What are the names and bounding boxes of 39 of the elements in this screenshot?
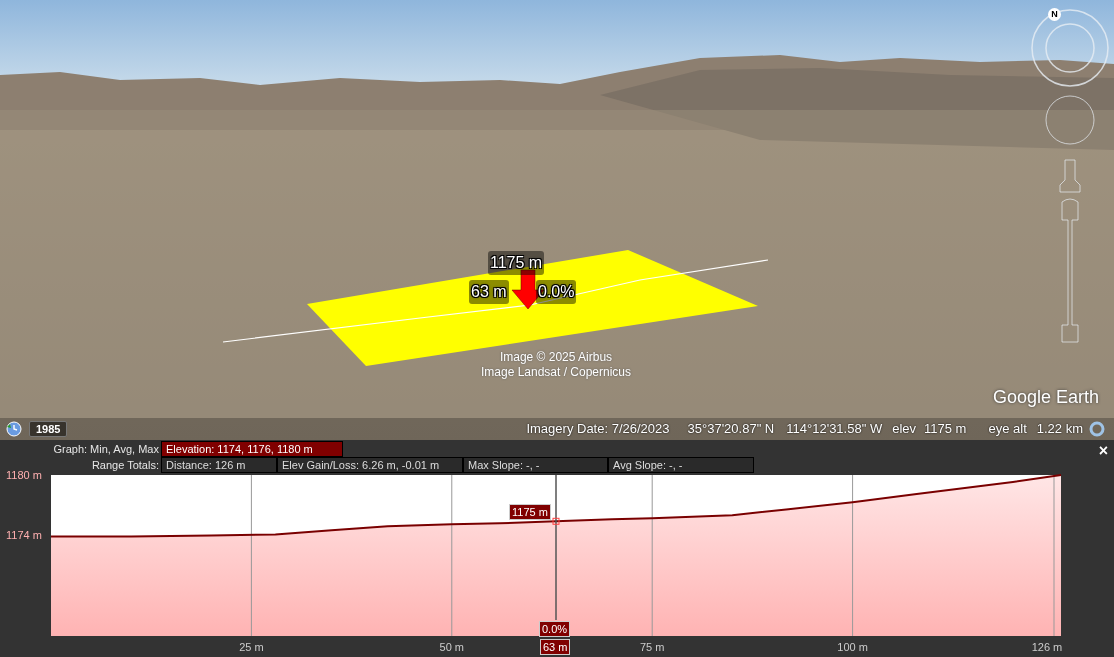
compass-north-label: N xyxy=(1051,10,1058,19)
range-totals-label: Range Totals: xyxy=(90,457,160,473)
x-axis-label: 50 m xyxy=(439,641,465,653)
distance-label: 63 m xyxy=(469,280,509,304)
graph-label: Graph: Min, Avg, Max xyxy=(52,441,160,457)
imagery-date: Imagery Date: 7/26/2023 xyxy=(526,420,670,439)
close-button[interactable]: × xyxy=(1098,443,1108,459)
x-axis-label: 75 m xyxy=(639,641,665,653)
y-axis-label: 1174 m xyxy=(6,529,42,542)
year-button[interactable]: 1985 xyxy=(29,421,68,437)
x-axis-label: 100 m xyxy=(837,641,868,653)
zoom-slider-icon[interactable] xyxy=(1061,198,1079,343)
elevation-label: 1175 m xyxy=(488,251,545,275)
x-axis-label: 25 m xyxy=(239,641,264,653)
range-total-cell: Avg Slope: -, - xyxy=(608,457,754,473)
compass-icon[interactable] xyxy=(1031,9,1109,87)
attribution-text: Image © 2025 Airbus xyxy=(499,350,613,365)
eye-alt-label: eye alt xyxy=(988,420,1027,439)
eye-alt-value: 1.22 km xyxy=(1036,420,1083,439)
cursor-elevation-label: 1175 m xyxy=(509,504,551,520)
longitude: 114°12'31.58" W xyxy=(786,420,883,439)
x-axis-label: 126 m xyxy=(1031,641,1063,653)
loading-spinner-icon xyxy=(1089,421,1105,437)
y-axis-label: 1180 m xyxy=(6,469,42,481)
elev-value: 1175 m xyxy=(924,420,967,439)
slope-label: 0.0% xyxy=(536,280,577,304)
range-total-cell: Max Slope: -, - xyxy=(463,457,608,473)
cursor-marker[interactable] xyxy=(552,474,560,621)
latitude: 35°37'20.87" N xyxy=(687,420,775,439)
cursor-distance-label: 63 m xyxy=(540,639,571,655)
range-total-cell: Elev Gain/Loss: 6.26 m, -0.01 m xyxy=(277,457,463,473)
clock-icon[interactable] xyxy=(6,421,22,437)
elev-label: elev xyxy=(892,420,917,439)
cursor-slope-label: 0.0% xyxy=(539,621,571,637)
attribution-text: Image Landsat / Copernicus xyxy=(480,365,632,380)
range-total-cell: Distance: 126 m xyxy=(161,457,277,473)
logo-text: Google Earth xyxy=(993,386,1100,409)
elevation-graph-option[interactable]: Elevation: 1174, 1176, 1180 m xyxy=(161,441,343,457)
look-joystick-icon[interactable] xyxy=(1045,95,1095,145)
